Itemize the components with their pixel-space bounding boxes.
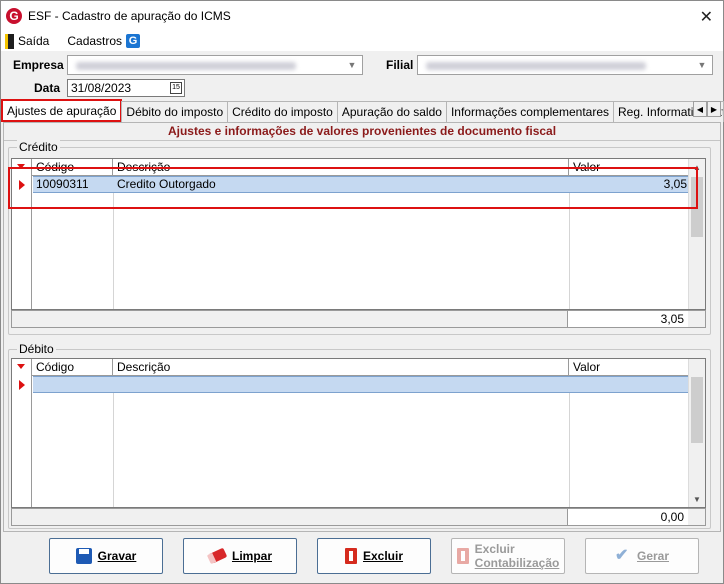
row-indicator-column <box>12 359 32 507</box>
menu-cadastros-label: Cadastros <box>67 34 123 48</box>
window-title: ESF - Cadastro de apuração do ICMS <box>28 9 231 23</box>
app-g-icon[interactable]: G <box>126 34 141 48</box>
debito-scrollbar[interactable]: ▼ <box>688 359 705 507</box>
header-form: Empresa ▼ Filial ▼ Data 31/08/2023 15 <box>1 51 723 99</box>
table-row-empty[interactable] <box>33 376 691 393</box>
excluir-contabilizacao-button[interactable]: Excluir Contabilização <box>451 538 565 574</box>
chevron-left-icon[interactable]: ◀ <box>693 101 707 117</box>
menu-cadastros[interactable]: Cadastros G <box>65 34 141 48</box>
data-input[interactable]: 31/08/2023 15 <box>67 79 185 97</box>
gravar-label: Gravar <box>97 549 137 563</box>
menu-saida-label: Saída <box>18 34 50 48</box>
tab-info-complementares[interactable]: Informações complementares <box>445 101 615 122</box>
annotation-highlight-box <box>8 167 698 209</box>
chevron-down-icon[interactable]: ▼ <box>694 58 710 72</box>
app-logo-icon: G <box>6 8 22 24</box>
gerar-label: Gerar <box>636 549 670 563</box>
column-divider <box>569 376 570 507</box>
tab-ajustes[interactable]: Ajustes de apuração <box>1 99 123 122</box>
tab-debito-imposto[interactable]: Débito do imposto <box>121 101 229 122</box>
chevron-down-icon[interactable]: ▼ <box>344 58 360 72</box>
debito-total: 0,00 <box>567 509 688 525</box>
debito-total-bar: 0,00 <box>11 508 706 526</box>
gerar-button[interactable]: ✔ Gerar <box>585 538 699 574</box>
filial-select[interactable]: ▼ <box>417 55 713 75</box>
data-label: Data <box>34 81 61 95</box>
tab-strip: Ajustes de apuração Débito do imposto Cr… <box>1 99 724 122</box>
tab-credito-imposto[interactable]: Crédito do imposto <box>227 101 338 122</box>
filial-label: Filial <box>386 58 414 72</box>
calendar-icon[interactable]: 15 <box>170 82 182 94</box>
tab-scroll-buttons: ◀ ▶ <box>693 101 721 117</box>
empresa-label: Empresa <box>13 58 64 72</box>
debito-group: Débito Código Descrição Valor ▼ 0,00 <box>8 342 711 529</box>
excluir-label: Excluir <box>362 549 404 563</box>
scroll-thumb[interactable] <box>691 377 703 443</box>
title-bar: G ESF - Cadastro de apuração do ICMS ✕ <box>1 1 723 31</box>
chevron-right-icon[interactable]: ▶ <box>707 101 721 117</box>
col-header-descricao[interactable]: Descrição <box>113 359 569 376</box>
col-header-valor[interactable]: Valor <box>569 359 690 376</box>
trash-icon <box>344 548 357 564</box>
button-bar: Gravar Limpar Excluir Excluir Contabiliz… <box>1 532 723 583</box>
filial-value-redacted <box>426 62 646 70</box>
close-icon[interactable]: ✕ <box>700 7 713 27</box>
column-divider <box>113 376 114 507</box>
scroll-down-icon[interactable]: ▼ <box>689 491 705 507</box>
trash-icon <box>456 548 469 564</box>
empresa-select[interactable]: ▼ <box>67 55 363 75</box>
excluir-contab-label: Excluir Contabilização <box>475 542 560 570</box>
tab-apuracao-saldo[interactable]: Apuração do saldo <box>336 101 447 122</box>
credito-total-bar: 3,05 <box>11 310 706 328</box>
eraser-icon <box>206 547 228 565</box>
excluir-contab-line1: Excluir <box>474 542 515 556</box>
data-value: 31/08/2023 <box>71 81 132 95</box>
menu-saida[interactable]: Saída <box>1 33 50 49</box>
excluir-button[interactable]: Excluir <box>317 538 431 574</box>
sort-indicator-icon <box>17 364 25 369</box>
empresa-value-redacted <box>76 62 296 70</box>
limpar-label: Limpar <box>231 549 272 563</box>
exit-door-icon <box>5 33 14 49</box>
menu-bar: Saída Cadastros G <box>1 31 723 51</box>
main-window: G ESF - Cadastro de apuração do ICMS ✕ S… <box>0 0 724 584</box>
col-header-codigo[interactable]: Código <box>32 359 113 376</box>
debito-group-title: Débito <box>17 342 56 356</box>
credito-group-title: Crédito <box>17 140 60 154</box>
gravar-button[interactable]: Gravar <box>49 538 163 574</box>
current-row-arrow-icon <box>19 380 25 390</box>
debito-grid-header: Código Descrição Valor <box>32 359 705 376</box>
excluir-contab-line2: Contabilização <box>474 556 560 570</box>
checkmark-icon: ✔ <box>614 547 629 564</box>
credito-total: 3,05 <box>567 311 688 327</box>
limpar-button[interactable]: Limpar <box>183 538 297 574</box>
panel-header: Ajustes e informações de valores proveni… <box>4 123 720 141</box>
debito-grid: Código Descrição Valor ▼ <box>11 358 706 508</box>
save-disk-icon <box>75 548 92 564</box>
